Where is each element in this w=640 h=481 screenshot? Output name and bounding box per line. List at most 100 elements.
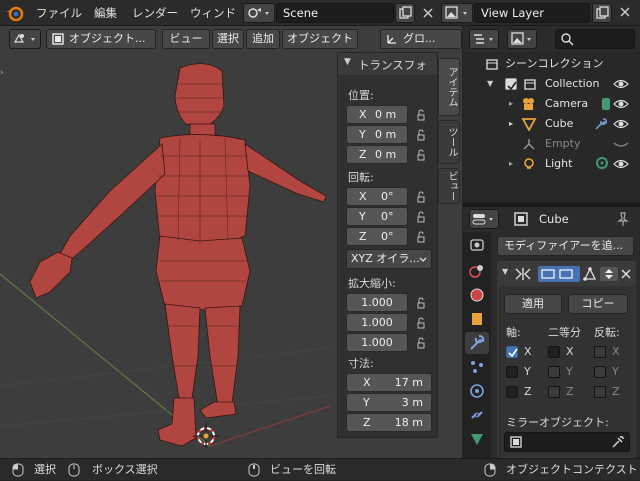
menu-window[interactable]: ウィンド [190,0,236,26]
scale-y-field[interactable]: 1.000 [346,313,408,332]
select-menu-button[interactable]: 選択 [212,29,244,49]
outliner-row-empty[interactable]: Empty [463,134,640,154]
object-menu-button[interactable]: オブジェクト [282,29,358,49]
properties-editor-type-button[interactable] [469,209,499,229]
bisect-x-checkbox[interactable] [548,346,560,358]
menu-edit[interactable]: 編集 [94,0,117,26]
outliner-row-collection[interactable]: ▼ Collection [463,74,640,94]
collection-checkbox[interactable] [505,78,517,91]
tab-constraints[interactable] [465,404,489,426]
expand-arrow-icon[interactable]: ▸ [509,94,513,114]
rotation-x-field[interactable]: X 0° [346,187,408,206]
tab-world[interactable] [465,284,489,306]
edit-mode-icon[interactable] [582,266,598,282]
mirror-object-field[interactable] [504,432,630,452]
remove-scene-button[interactable] [418,3,438,23]
axis-y-checkbox[interactable] [506,366,518,378]
location-x-field[interactable]: X 0 m [346,105,408,124]
display-mode-button[interactable] [507,29,537,49]
flip-y-checkbox[interactable] [594,366,606,378]
interaction-mode-dropdown[interactable]: オブジェクト... [46,29,156,49]
scale-z-field[interactable]: 1.000 [346,333,408,352]
tab-view[interactable]: ビュー [438,168,460,204]
dimensions-x-field[interactable]: X 17 m [346,373,432,392]
remove-viewlayer-button[interactable] [616,3,636,23]
blender-logo-icon[interactable] [4,4,26,22]
eyedropper-icon[interactable] [611,435,625,449]
expand-arrow-icon[interactable]: ▸ [509,114,513,134]
new-scene-button[interactable] [395,3,415,23]
outliner-row-scene-collection[interactable]: シーンコレクション [463,54,640,74]
lock-icon[interactable] [416,191,430,203]
tab-physics[interactable] [465,380,489,402]
axis-label: 軸: [506,326,521,339]
eye-icon[interactable] [613,98,629,110]
rotation-z-field[interactable]: Z 0° [346,227,408,246]
location-y-field[interactable]: Y 0 m [346,125,408,144]
menu-render[interactable]: レンダー [132,0,178,26]
dimensions-y-field[interactable]: Y 3 m [346,393,432,412]
add-menu-button[interactable]: 追加 [246,29,280,49]
rotation-y-field[interactable]: Y 0° [346,207,408,226]
lock-icon[interactable] [416,129,430,141]
tab-tool[interactable]: ツール [438,120,460,164]
apply-button[interactable]: 適用 [504,294,562,314]
transform-orientation-dropdown[interactable]: グロ... [380,29,462,49]
bisect-z-checkbox[interactable] [548,386,560,398]
pin-icon[interactable] [615,211,631,227]
location-z-field[interactable]: Z 0 m [346,145,408,164]
scale-x-field[interactable]: 1.000 [346,293,408,312]
add-modifier-dropdown[interactable]: モディファイアーを追... [497,236,634,256]
flip-z-checkbox[interactable] [594,386,606,398]
camera-data-icon [602,98,610,110]
lock-icon[interactable] [416,231,430,243]
axis-x-checkbox[interactable] [506,346,518,358]
outliner-row-cube[interactable]: ▸ Cube [463,114,640,134]
eye-icon[interactable] [613,158,629,170]
scene-name-field[interactable]: Scene [276,3,394,23]
outliner-row-light[interactable]: ▸ Light [463,154,640,174]
new-viewlayer-button[interactable] [592,3,612,23]
axis-z-checkbox[interactable] [506,386,518,398]
scene-selector-button[interactable] [243,3,275,23]
editor-type-button[interactable] [9,29,41,49]
viewlayer-name-field[interactable]: View Layer [474,3,590,23]
transform-panel-header[interactable]: ▼ トランスフォ [338,53,437,75]
outliner-search-input[interactable] [555,29,635,49]
view-menu-button[interactable]: ビュー [162,29,210,49]
mouse-left-icon [12,463,24,477]
lock-icon[interactable] [416,297,430,309]
viewlayer-selector-button[interactable] [441,3,473,23]
lock-icon[interactable] [416,317,430,329]
tab-particles[interactable] [465,356,489,378]
collapse-arrow-icon[interactable]: ▼ [502,267,508,276]
tab-modifiers[interactable] [465,332,489,354]
lock-icon[interactable] [416,149,430,161]
tab-render[interactable] [465,234,489,256]
copy-button[interactable]: コピー [568,294,628,314]
close-icon[interactable] [620,268,632,280]
expand-arrow-icon[interactable]: ▸ [509,154,513,174]
flip-x-checkbox[interactable] [594,346,606,358]
menu-file[interactable]: ファイル [36,0,82,26]
outliner-row-camera[interactable]: ▸ Camera [463,94,640,114]
dimensions-z-field[interactable]: Z 18 m [346,413,432,432]
toolbar-expand-icon[interactable]: › [0,68,6,80]
move-up-down-button[interactable] [600,267,618,281]
tab-object-data[interactable] [465,428,489,450]
rotation-mode-dropdown[interactable]: XYZ オイラ... [346,249,432,269]
location-label: 位置: [348,89,374,102]
bisect-y-checkbox[interactable] [548,366,560,378]
outliner-editor-type-button[interactable] [469,29,499,49]
eye-icon[interactable] [613,78,629,90]
tab-scene[interactable] [465,260,489,282]
lock-icon[interactable] [416,337,430,349]
eye-closed-icon[interactable] [613,138,629,150]
expand-arrow-icon[interactable]: ▼ [487,74,493,94]
display-toggles[interactable] [538,266,580,282]
lock-icon[interactable] [416,109,430,121]
eye-icon[interactable] [613,118,629,130]
tab-object[interactable] [465,308,489,330]
tab-item[interactable]: アイテム [438,58,460,116]
lock-icon[interactable] [416,211,430,223]
